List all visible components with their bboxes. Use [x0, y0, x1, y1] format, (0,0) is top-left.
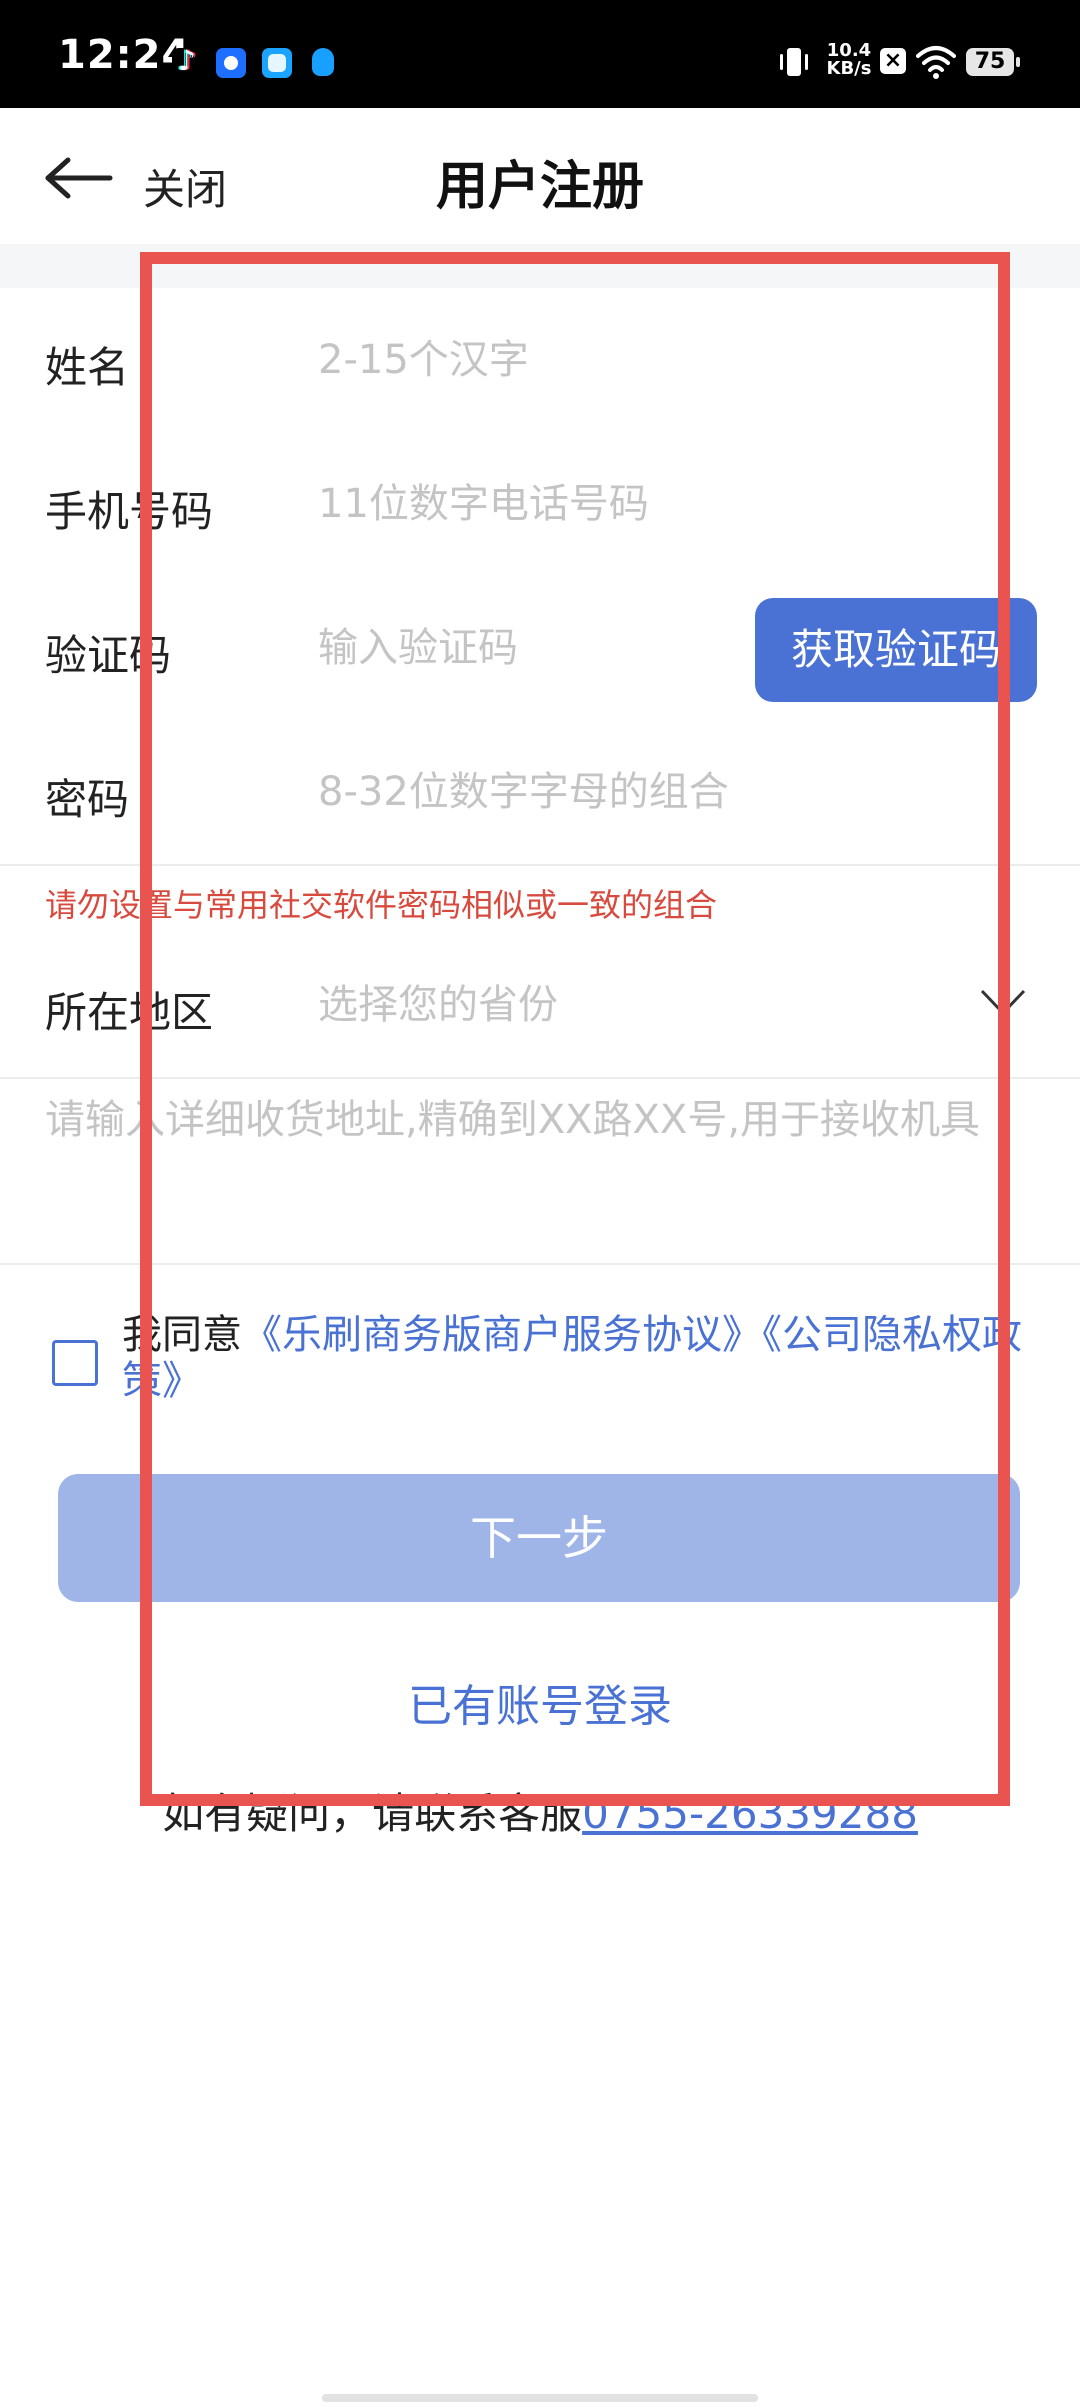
contact-text: 如有疑问，请联系客服 — [162, 1789, 583, 1838]
service-agreement-link[interactable]: 《乐刷商务版商户服务协议》 — [242, 1312, 762, 1358]
region-select[interactable] — [318, 969, 878, 1041]
app-header: 关闭 用户注册 — [0, 108, 1080, 244]
name-row: 姓名 — [0, 288, 1080, 434]
address-textarea[interactable] — [45, 1097, 1005, 1247]
password-row: 密码 — [0, 720, 1080, 866]
contact-info: 如有疑问，请联系客服0755-26339288 — [0, 1780, 1080, 1841]
name-label: 姓名 — [45, 343, 130, 392]
qq-icon — [308, 48, 338, 78]
password-label: 密码 — [45, 775, 130, 824]
no-sim-icon: × — [880, 48, 906, 74]
code-input[interactable] — [318, 612, 738, 684]
header-divider — [0, 244, 1080, 288]
get-code-button[interactable]: 获取验证码 — [755, 598, 1037, 702]
code-row: 验证码 获取验证码 — [0, 576, 1080, 722]
battery-icon: 75 — [966, 48, 1020, 76]
vibrate-icon — [780, 48, 808, 76]
status-bar: 12:24 10.4 KB/s × 75 — [0, 0, 1080, 108]
region-label: 所在地区 — [45, 988, 214, 1037]
home-indicator[interactable] — [322, 2394, 758, 2402]
network-speed: 10.4 KB/s — [826, 40, 872, 79]
app-icon — [216, 48, 246, 78]
login-link[interactable]: 已有账号登录 — [0, 1670, 1080, 1734]
agreement-prefix: 我同意 — [122, 1312, 242, 1358]
app-icon — [262, 48, 292, 78]
agreement-text: 我同意《乐刷商务版商户服务协议》《公司隐私权政策》 — [122, 1312, 1022, 1404]
password-input[interactable] — [318, 756, 878, 828]
contact-phone-link[interactable]: 0755-26339288 — [582, 1789, 918, 1838]
wifi-icon — [916, 46, 956, 79]
page-title: 用户注册 — [435, 157, 644, 217]
agreement-checkbox[interactable] — [52, 1340, 98, 1386]
name-input[interactable] — [318, 324, 878, 396]
chevron-down-icon[interactable] — [980, 989, 1026, 1017]
next-step-button[interactable]: 下一步 — [58, 1474, 1020, 1602]
region-row[interactable]: 所在地区 — [0, 933, 1080, 1079]
phone-input[interactable] — [318, 468, 878, 540]
address-row — [0, 1077, 1080, 1265]
phone-row: 手机号码 — [0, 432, 1080, 578]
phone-label: 手机号码 — [45, 487, 214, 536]
status-time: 12:24 — [58, 32, 191, 78]
code-label: 验证码 — [45, 631, 172, 680]
tiktok-icon — [172, 44, 202, 78]
password-warning: 请勿设置与常用社交软件密码相似或一致的组合 — [45, 886, 718, 924]
